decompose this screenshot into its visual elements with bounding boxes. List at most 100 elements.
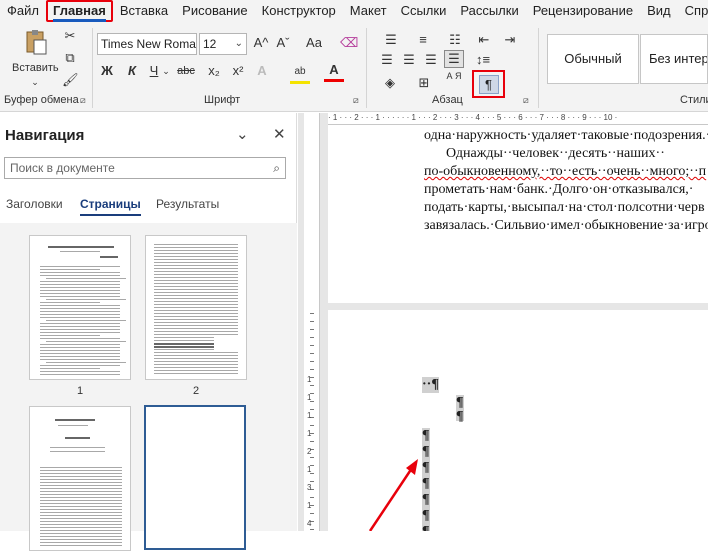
underline-dropdown-icon[interactable]: ⌄	[162, 63, 170, 79]
menu-tab-view[interactable]: Вид	[640, 0, 678, 22]
style-no-spacing[interactable]: Без интер	[640, 34, 708, 84]
thumbnail-line	[40, 374, 120, 375]
thumbnail-line	[40, 491, 122, 492]
menu-tab-design[interactable]: Конструктор	[255, 0, 343, 22]
thumbnail-line	[46, 341, 126, 342]
thumbnail-line	[40, 539, 122, 540]
document-page[interactable]: ··¶ ¶ ¶ ¶¶¶¶¶¶¶	[328, 310, 708, 531]
page-thumbnail[interactable]	[145, 235, 247, 380]
search-icon[interactable]: ⌕	[273, 158, 280, 178]
menu-tab-home[interactable]: Главная	[45, 0, 113, 22]
thumbnail-line	[154, 277, 238, 278]
strikethrough-button[interactable]: аbc	[174, 63, 198, 79]
thumbnail-line	[40, 314, 120, 315]
menu-tab-insert[interactable]: Вставка	[113, 0, 175, 22]
thumbnail-line	[58, 425, 88, 426]
document-page[interactable]: одна·наружность·удаляет·таковые·подозрен…	[328, 125, 708, 303]
pilcrow-icon: ¶	[478, 74, 499, 94]
borders-icon[interactable]: ⊞	[412, 75, 436, 91]
italic-button[interactable]: К	[124, 63, 140, 79]
thumbnail-line	[40, 509, 122, 510]
chevron-down-icon[interactable]: ⌄	[236, 125, 249, 143]
font-launcher-icon[interactable]: ⧄	[353, 95, 363, 105]
menu-tab-review[interactable]: Рецензирование	[526, 0, 640, 22]
page-thumbnail[interactable]	[29, 406, 131, 551]
menu-tab-help[interactable]: Справка	[678, 0, 708, 22]
thumbnail-line	[154, 301, 238, 302]
ruler-number: 1	[307, 465, 312, 474]
align-center-icon[interactable]: ☰	[400, 52, 418, 68]
thumbnail-line	[154, 343, 214, 345]
align-left-icon[interactable]: ☰	[378, 52, 396, 68]
thumbnail-line	[40, 350, 120, 351]
font-name-combo[interactable]: Times New Roman	[97, 33, 197, 55]
shading-icon[interactable]: ◈	[378, 75, 402, 91]
cut-icon[interactable]: ✂	[62, 28, 78, 44]
menu-tab-references[interactable]: Ссылки	[394, 0, 454, 22]
thumbnail-line	[154, 292, 238, 293]
thumbnail-line	[154, 247, 238, 248]
thumbnail-line	[154, 244, 238, 245]
thumbnail-line	[40, 482, 122, 483]
thumbnail-line	[55, 419, 95, 421]
thumbnail-line	[40, 545, 122, 546]
copy-icon[interactable]: ⧉	[62, 50, 78, 66]
menu-tab-file[interactable]: Файл	[0, 0, 46, 22]
shrink-font-icon[interactable]: Aˇ	[274, 35, 292, 51]
menu-tab-draw[interactable]: Рисование	[175, 0, 254, 22]
style-normal[interactable]: Обычный	[547, 34, 639, 84]
search-placeholder: Поиск в документе	[10, 161, 115, 175]
font-color-button[interactable]: A	[324, 62, 344, 82]
decrease-indent-icon[interactable]: ⇤	[474, 32, 494, 48]
highlight-button[interactable]: ab	[290, 62, 310, 84]
menu-tab-mailings[interactable]: Рассылки	[453, 0, 525, 22]
tab-pages[interactable]: Страницы	[80, 197, 141, 216]
thumbnail-line	[40, 485, 122, 486]
align-right-icon[interactable]: ☰	[422, 52, 440, 68]
format-painter-icon[interactable]: 🖌	[62, 72, 79, 88]
clipboard-launcher-icon[interactable]: ⧄	[80, 95, 90, 105]
text-effects-button[interactable]: A	[254, 63, 270, 79]
tab-headings[interactable]: Заголовки	[6, 197, 63, 211]
clear-formatting-icon[interactable]: ⌫	[340, 35, 358, 51]
sort-icon[interactable]: А Я	[446, 71, 462, 81]
numbering-icon[interactable]: ≡	[410, 32, 436, 48]
ribbon: Вставить ⌄ ✂ ⧉ 🖌 Буфер обмена ⧄ Times Ne…	[0, 22, 708, 112]
close-icon[interactable]: ✕	[273, 125, 286, 143]
thumbnail-line	[154, 283, 238, 284]
menu-tab-layout[interactable]: Макет	[343, 0, 394, 22]
tab-results[interactable]: Результаты	[156, 197, 219, 211]
thumbnail-line	[46, 278, 126, 279]
show-formatting-marks-button[interactable]: ¶	[472, 70, 505, 98]
paste-icon[interactable]	[22, 28, 50, 56]
thumbnail-line	[40, 368, 100, 369]
bullets-icon[interactable]: ☰	[378, 32, 404, 48]
ruler-number: 1	[307, 411, 312, 420]
grow-font-icon[interactable]: A^	[252, 35, 270, 51]
page-thumbnail-selected[interactable]	[144, 405, 246, 550]
justify-icon[interactable]: ☰	[444, 50, 464, 68]
paste-dropdown-icon[interactable]: ⌄	[28, 74, 42, 90]
thumbnail-line	[40, 296, 120, 297]
change-case-icon[interactable]: Aa	[302, 35, 326, 51]
page-thumbnail[interactable]	[29, 235, 131, 380]
ruler-tick	[310, 369, 314, 370]
ruler-number: 4	[307, 519, 312, 528]
paragraph-launcher-icon[interactable]: ⧄	[523, 95, 533, 105]
ruler-tick	[310, 337, 314, 338]
line-spacing-icon[interactable]: ↕≡	[470, 52, 496, 68]
font-size-combo[interactable]: 12 ⌄	[199, 33, 247, 55]
thumbnail-line	[154, 250, 238, 251]
increase-indent-icon[interactable]: ⇥	[500, 32, 520, 48]
superscript-button[interactable]: x²	[230, 63, 246, 79]
multilevel-list-icon[interactable]: ☷	[442, 32, 468, 48]
thumbnail-line	[154, 289, 238, 290]
subscript-button[interactable]: x₂	[206, 63, 222, 79]
ruler-tick	[310, 457, 314, 458]
search-input[interactable]: Поиск в документе ⌕	[4, 157, 286, 179]
ruler-tick	[310, 425, 314, 426]
paragraph-mark: ¶	[422, 508, 430, 524]
bold-button[interactable]: Ж	[99, 63, 115, 79]
paragraph-mark: ¶	[422, 444, 430, 460]
underline-button[interactable]: Ч	[146, 63, 162, 79]
